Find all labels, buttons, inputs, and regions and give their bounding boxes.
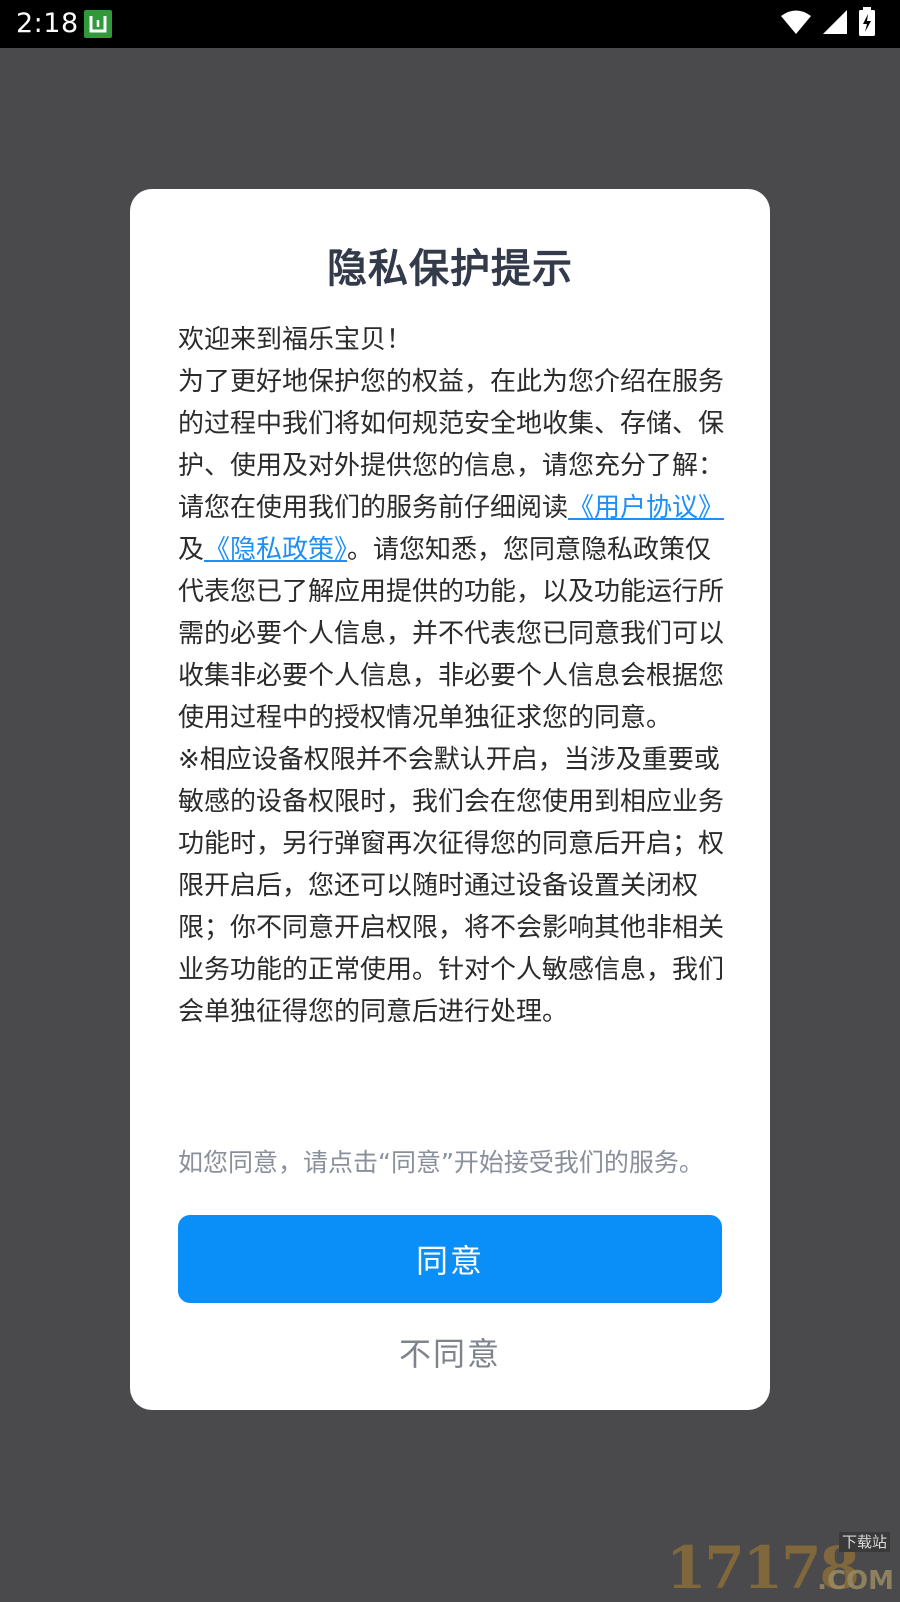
disagree-button[interactable]: 不同意 <box>178 1315 722 1389</box>
watermark-logo-sub: 下载站 <box>838 1532 890 1552</box>
status-bar: 2:18 <box>0 0 900 48</box>
battery-charging-icon <box>858 7 876 41</box>
welcome-text: 欢迎来到福乐宝贝！ <box>178 325 413 355</box>
dialog-body: 欢迎来到福乐宝贝！ 为了更好地保护您的权益，在此为您介绍在服务的过程中我们将如何… <box>178 319 726 1033</box>
signal-icon <box>822 9 848 39</box>
privacy-policy-link[interactable]: 《隐私政策》 <box>204 535 347 565</box>
privacy-dialog: 隐私保护提示 欢迎来到福乐宝贝！ 为了更好地保护您的权益，在此为您介绍在服务的过… <box>130 189 770 1410</box>
user-agreement-link[interactable]: 《用户协议》 <box>568 493 724 523</box>
site-watermark: 17178 下载站 .COM <box>664 1532 894 1598</box>
wifi-icon <box>780 9 812 39</box>
policy-paragraph: 请您在使用我们的服务前仔细阅读《用户协议》及《隐私政策》。请您知悉，您同意隐私政… <box>178 487 726 739</box>
consent-hint: 如您同意，请点击“同意”开始接受我们的服务。 <box>178 1148 704 1177</box>
permissions-note: ※相应设备权限并不会默认开启，当涉及重要或敏感的设备权限时，我们会在您使用到相应… <box>178 745 725 1027</box>
dialog-title: 隐私保护提示 <box>327 246 573 292</box>
status-time: 2:18 <box>16 8 79 39</box>
and-text: 及 <box>178 535 205 565</box>
status-icons <box>780 7 876 41</box>
watermark-logo-com: .COM <box>817 1566 894 1596</box>
intro-text: 为了更好地保护您的权益，在此为您介绍在服务的过程中我们将如何规范安全地收集、存储… <box>178 367 725 481</box>
app-notification-icon <box>84 10 112 38</box>
read-prefix-text: 请您在使用我们的服务前仔细阅读 <box>178 493 569 523</box>
agree-button[interactable]: 同意 <box>178 1215 722 1303</box>
